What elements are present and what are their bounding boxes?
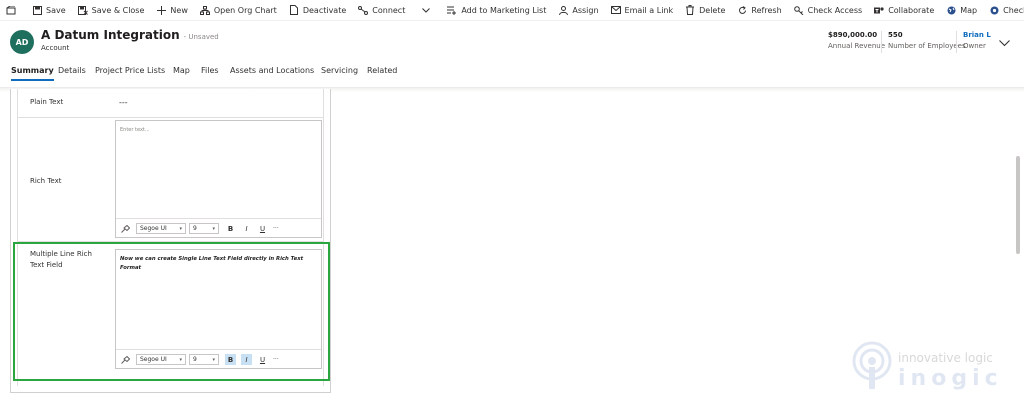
person-icon	[558, 5, 568, 15]
new-label: New	[170, 5, 188, 15]
employees-value: 550	[888, 31, 903, 39]
watermark-brand: inogic	[898, 366, 1003, 391]
font-family-select[interactable]: Segoe UI ▾	[136, 223, 186, 234]
save-icon	[32, 5, 42, 15]
open-org-chart-button[interactable]: Open Org Chart	[194, 0, 283, 21]
back-window-button[interactable]	[0, 0, 22, 21]
email-a-link-label: Email a Link	[624, 5, 674, 15]
deactivate-button[interactable]: Deactivate	[283, 0, 352, 21]
annual-revenue-label: Annual Revenue	[828, 42, 886, 50]
chevron-down-icon: ▾	[212, 225, 215, 232]
record-header: AD A Datum Integration - Unsaved Account …	[0, 22, 1024, 62]
rich-text-toolbar: Segoe UI ▾ 9 ▾ B I U ···	[116, 218, 321, 237]
collaborate-button[interactable]: Collaborate	[868, 0, 940, 21]
format-painter-icon[interactable]	[121, 223, 130, 234]
tab-details[interactable]: Details	[58, 66, 86, 75]
connect-icon	[358, 5, 369, 15]
mail-icon	[610, 5, 621, 15]
check-access-label: Check Access	[807, 5, 863, 15]
connect-more-button[interactable]	[415, 0, 437, 21]
record-title: A Datum Integration - Unsaved	[41, 28, 219, 42]
header-expand-button[interactable]	[999, 32, 1011, 47]
tab-servicing[interactable]: Servicing	[321, 66, 358, 75]
save-close-button[interactable]: Save & Close	[72, 0, 151, 21]
checkin-icon	[989, 5, 999, 15]
form-tabs: Summary Details Project Price Lists Map …	[0, 62, 1024, 88]
chevron-down-icon	[999, 32, 1010, 51]
plus-icon	[156, 5, 166, 15]
tab-files[interactable]: Files	[201, 66, 219, 75]
tab-summary[interactable]: Summary	[11, 66, 54, 81]
deactivate-label: Deactivate	[302, 5, 347, 15]
record-name: A Datum Integration	[41, 28, 180, 42]
assign-button[interactable]: Assign	[552, 0, 604, 21]
refresh-button[interactable]: Refresh	[731, 0, 787, 21]
tab-map[interactable]: Map	[173, 66, 190, 75]
italic-button[interactable]: I	[241, 223, 252, 234]
highlight-box	[13, 242, 330, 381]
bold-button[interactable]: B	[225, 223, 236, 234]
font-family-value: Segoe UI	[140, 225, 167, 232]
refresh-label: Refresh	[751, 5, 782, 15]
add-to-marketing-list-label: Add to Marketing List	[461, 5, 547, 15]
rich-text-editor[interactable]: Enter text... Segoe UI ▾ 9 ▾ B I U ···	[115, 120, 322, 238]
underline-button[interactable]: U	[257, 223, 268, 234]
save-close-label: Save & Close	[91, 5, 145, 15]
font-size-value: 9	[193, 225, 197, 232]
add-to-marketing-list-button[interactable]: Add to Marketing List	[441, 0, 552, 21]
plain-text-value[interactable]: ---	[119, 98, 128, 107]
connect-label: Connect	[372, 5, 406, 15]
org-chart-icon	[199, 5, 210, 15]
rich-text-label: Rich Text	[30, 177, 62, 185]
owner-link[interactable]: Brian L	[963, 31, 991, 39]
check-access-button[interactable]: Check Access	[788, 0, 869, 21]
employees-label: Number of Employees	[888, 42, 966, 50]
refresh-icon	[737, 5, 747, 15]
command-bar: Save Save & Close New Open Org Chart Dea…	[0, 0, 1024, 21]
save-close-icon	[77, 5, 88, 15]
unsaved-status: - Unsaved	[183, 33, 219, 41]
save-label: Save	[46, 5, 66, 15]
check-in-label: Check-In	[1003, 5, 1024, 15]
employees-field: 550 Number of Employees	[881, 31, 966, 53]
divider	[17, 117, 324, 118]
chevron-down-icon: ▾	[179, 225, 182, 232]
chevron-down-icon	[421, 5, 431, 15]
avatar: AD	[10, 30, 34, 54]
new-button[interactable]: New	[150, 0, 193, 21]
globe-icon	[946, 5, 956, 15]
map-button[interactable]: Map	[940, 0, 983, 21]
delete-label: Delete	[699, 5, 726, 15]
trash-icon	[685, 5, 695, 15]
entity-name: Account	[41, 44, 70, 52]
open-org-chart-label: Open Org Chart	[213, 5, 277, 15]
annual-revenue-field: $890,000.00 Annual Revenue	[828, 31, 885, 50]
owner-field: Brian L Owner	[956, 31, 991, 53]
document-icon	[289, 5, 299, 15]
annual-revenue-value: $890,000.00	[828, 31, 878, 39]
assign-label: Assign	[572, 5, 599, 15]
inogic-watermark: innovative logic inogic	[850, 335, 1020, 395]
list-add-icon	[447, 5, 457, 15]
connect-button[interactable]: Connect	[352, 0, 411, 21]
tab-project-price-lists[interactable]: Project Price Lists	[95, 66, 165, 75]
delete-button[interactable]: Delete	[679, 0, 731, 21]
rich-text-placeholder: Enter text...	[120, 127, 150, 133]
font-size-select[interactable]: 9 ▾	[189, 223, 219, 234]
check-in-button[interactable]: Check-In	[983, 0, 1024, 21]
owner-label: Owner	[963, 42, 986, 50]
tab-related[interactable]: Related	[367, 66, 397, 75]
page-scrollbar[interactable]	[1016, 156, 1020, 254]
key-icon	[793, 5, 804, 15]
teams-icon	[874, 5, 884, 15]
back-window-icon	[6, 5, 16, 15]
watermark-tagline: innovative logic	[898, 351, 993, 365]
email-a-link-button[interactable]: Email a Link	[605, 0, 680, 21]
tab-assets-and-locations[interactable]: Assets and Locations	[230, 66, 314, 75]
collaborate-label: Collaborate	[888, 5, 935, 15]
map-label: Map	[960, 5, 978, 15]
save-button[interactable]: Save	[26, 0, 72, 21]
more-tools-button[interactable]: ···	[273, 223, 279, 234]
plain-text-label: Plain Text	[30, 98, 64, 106]
